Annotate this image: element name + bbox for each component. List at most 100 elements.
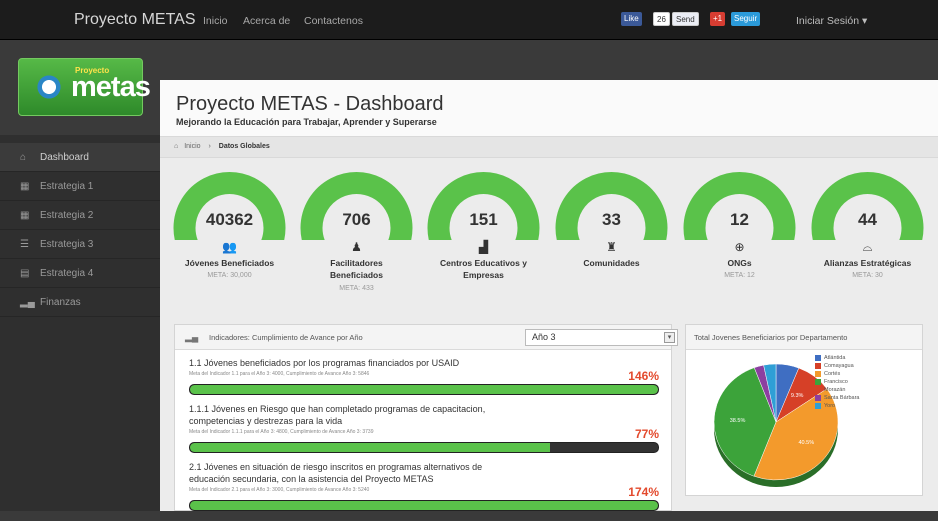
pie-slice-label: 38.5% (730, 418, 746, 424)
people-icon: 👥 (222, 240, 237, 254)
indicator-percent: 146% (628, 369, 659, 383)
legend-item: Santa Bárbara (815, 394, 885, 402)
handshake-icon: ⌓ (862, 240, 873, 254)
gauge-label: Alianzas Estratégicas (823, 258, 912, 268)
indicator-meta: Meta del Indicador 1.1 para el Año 3: 40… (189, 371, 370, 377)
home-icon: ⌂ (20, 152, 27, 163)
sidebar-item-estrategia-1[interactable]: ▦ Estrategia 1 (0, 172, 160, 201)
progress-fill (190, 385, 658, 394)
breadcrumb-separator: › (208, 143, 211, 150)
chevron-down-icon: ▾ (664, 332, 675, 343)
sidebar-item-finanzas[interactable]: ▂▄ Finanzas (0, 288, 160, 317)
gauge-meta: META: 30 (852, 272, 883, 279)
facebook-like-button[interactable]: Like (621, 12, 642, 26)
indicator-item: 1.1.1 Jóvenes en Riesgo que han completa… (189, 403, 659, 463)
like-count-badge: 26 (653, 12, 670, 26)
sidebar-item-label: Estrategia 2 (40, 210, 94, 221)
progress-bar (189, 384, 659, 395)
nav-link-inicio[interactable]: Inicio (203, 15, 228, 27)
legend-label: Santa Bárbara (824, 395, 860, 401)
gauge-value: 40362 (205, 210, 254, 229)
home-icon[interactable]: ⌂ (174, 143, 178, 150)
indicators-panel: ▂▄ Indicadores: Cumplimiento de Avance p… (174, 324, 678, 511)
gauge-value: 33 (602, 210, 621, 229)
logo[interactable]: Proyecto metas (18, 58, 151, 116)
indicator-meta: Meta del Indicador 2.1 para el Año 3: 30… (189, 487, 370, 493)
teacher-icon: ♟ (351, 240, 362, 254)
legend-item: Cortés (815, 370, 885, 378)
legend-swatch (815, 395, 821, 401)
sidebar: Proyecto metas ⌂ Dashboard ▦ Estrategia … (0, 40, 160, 511)
legend-swatch (815, 363, 821, 369)
bar-chart-icon: ▂▄ (185, 332, 199, 342)
progress-fill (190, 443, 551, 452)
twitter-follow-button[interactable]: Seguir (731, 12, 761, 26)
facebook-like-label: Like (624, 14, 639, 23)
legend-swatch (815, 355, 821, 361)
sidebar-item-estrategia-3[interactable]: ☰ Estrategia 3 (0, 230, 160, 259)
legend-swatch (815, 403, 821, 409)
sidebar-item-label: Estrategia 1 (40, 181, 94, 192)
page-header: Proyecto METAS - Dashboard Mejorando la … (160, 80, 938, 136)
progress-fill (190, 501, 658, 510)
pie-slice-label: 9.3% (791, 393, 804, 399)
logo-area: Proyecto metas (0, 40, 160, 135)
list-icon: ☰ (20, 239, 29, 250)
main-content: Proyecto METAS - Dashboard Mejorando la … (160, 80, 938, 511)
gauge-meta: META: 30,000 (207, 272, 252, 279)
logo-text: metas (71, 71, 151, 103)
legend-swatch (815, 371, 821, 377)
gauge-label: Jóvenes Beneficiados (184, 258, 275, 268)
sidebar-item-estrategia-4[interactable]: ▤ Estrategia 4 (0, 259, 160, 288)
nav-link-contactenos[interactable]: Contactenos (304, 15, 363, 27)
grid-icon: ▦ (20, 210, 30, 221)
year-select[interactable]: Año 3 ▾ (525, 329, 678, 346)
legend-item: Atlántida (815, 354, 885, 362)
indicator-percent: 174% (628, 485, 659, 499)
breadcrumb-current: Datos Globales (218, 143, 270, 150)
gauge-label: Facilitadores Beneficiados (330, 258, 383, 280)
nav-link-acerca[interactable]: Acerca de (243, 15, 290, 27)
gauge-value: 706 (342, 210, 371, 229)
legend-label: Atlántida (824, 355, 846, 361)
legend-label: Yoro (824, 403, 836, 409)
pie-chart-panel: Total Jovenes Beneficiarios por Departam… (685, 324, 923, 496)
bar-chart-icon: ▂▄ (20, 297, 35, 308)
indicator-item: 1.1 Jóvenes beneficiados por los program… (189, 357, 659, 405)
progress-bar (189, 500, 659, 511)
facebook-send-button[interactable]: Send (672, 12, 699, 26)
brand-link[interactable]: Proyecto METAS (74, 11, 196, 29)
legend-label: Comayagua (824, 363, 854, 369)
panel-header: ▂▄ Indicadores: Cumplimiento de Avance p… (175, 325, 678, 350)
legend-label: Francisco Morazán (824, 379, 848, 393)
gauge-meta: META: 433 (339, 285, 374, 292)
indicator-title: 1.1.1 Jóvenes en Riesgo que han completa… (189, 404, 486, 426)
legend-label: Cortés (824, 371, 841, 377)
sidebar-item-label: Estrategia 3 (40, 239, 94, 250)
indicator-meta: Meta del Indicador 1.1.1 para el Año 3: … (189, 429, 374, 435)
grid-icon: ▦ (20, 181, 30, 192)
breadcrumb: ⌂ Inicio › Datos Globales (160, 136, 938, 158)
legend-swatch (815, 379, 821, 385)
breadcrumb-home[interactable]: Inicio (184, 143, 200, 150)
panel-header: Total Jovenes Beneficiarios por Departam… (686, 325, 922, 350)
gauge-label: Centros Educativos y Empresas (440, 258, 527, 280)
gauge-value: 12 (730, 210, 749, 229)
sidebar-item-label: Estrategia 4 (40, 268, 94, 279)
google-plus-button[interactable]: +1 (710, 12, 726, 26)
sidebar-item-estrategia-2[interactable]: ▦ Estrategia 2 (0, 201, 160, 230)
gauge-value: 44 (858, 210, 877, 229)
indicator-percent: 77% (634, 427, 659, 441)
legend-item: Comayagua (815, 362, 885, 370)
legend-item: Yoro (815, 402, 885, 410)
logo-star-icon (33, 71, 65, 103)
login-dropdown[interactable]: Iniciar Sesión ▾ (796, 15, 867, 27)
globe-icon: ⊕ (734, 240, 745, 254)
year-select-value: Año 3 (532, 332, 556, 342)
pie-chart: 9.3% 38.5% 40.5% (713, 363, 839, 487)
panel-title: Total Jovenes Beneficiarios por Departam… (694, 333, 848, 342)
sidebar-item-label: Finanzas (40, 297, 81, 308)
legend-item: Francisco Morazán (815, 378, 885, 394)
sidebar-item-dashboard[interactable]: ⌂ Dashboard (0, 143, 160, 172)
sidebar-item-label: Dashboard (40, 152, 89, 163)
